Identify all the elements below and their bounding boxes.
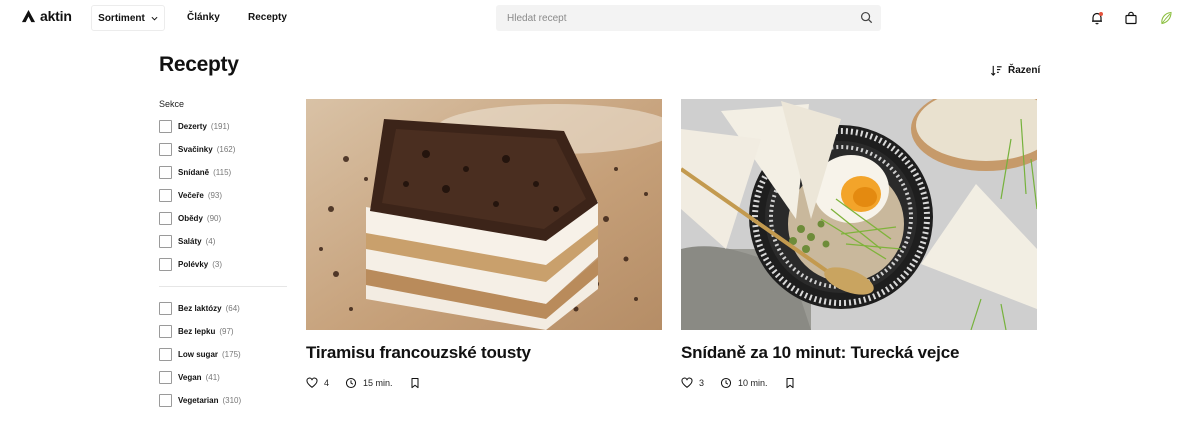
turkish-eggs-photo (681, 99, 1037, 330)
checkbox[interactable] (159, 348, 172, 361)
checkbox[interactable] (159, 143, 172, 156)
filter-label: Dezerty (178, 122, 207, 131)
checkbox[interactable] (159, 302, 172, 315)
filter-label: Bez laktózy (178, 304, 222, 313)
filter-dezerty[interactable]: Dezerty (191) (159, 120, 230, 133)
filter-salaty[interactable]: Saláty (4) (159, 235, 215, 248)
filter-divider (159, 286, 287, 287)
filter-snidane[interactable]: Snídaně (115) (159, 166, 231, 179)
checkbox[interactable] (159, 258, 172, 271)
filter-label: Saláty (178, 237, 202, 246)
checkbox[interactable] (159, 212, 172, 225)
filter-count: (64) (225, 304, 240, 313)
nav-link-clanky[interactable]: Články (187, 12, 220, 23)
recipe-image-tiramisu[interactable] (306, 99, 662, 330)
checkbox[interactable] (159, 371, 172, 384)
recipe-image-turecka-vejce[interactable] (681, 99, 1037, 330)
filter-low-sugar[interactable]: Low sugar (175) (159, 348, 241, 361)
page-title: Recepty (159, 53, 239, 76)
checkbox[interactable] (159, 120, 172, 133)
nav-link-recepty[interactable]: Recepty (248, 12, 287, 23)
filter-label: Obědy (178, 214, 203, 223)
sort-icon (990, 65, 1002, 76)
filter-vegan[interactable]: Vegan (41) (159, 371, 220, 384)
filter-svacinky[interactable]: Svačinky (162) (159, 143, 235, 156)
filter-label: Večeře (178, 191, 204, 200)
filter-count: (191) (210, 122, 230, 131)
filter-label: Svačinky (178, 145, 213, 154)
search-input[interactable] (496, 5, 846, 31)
heart-icon[interactable] (681, 377, 693, 389)
filter-count: (97) (219, 327, 234, 336)
filter-count: (175) (222, 350, 241, 359)
recipe-title[interactable]: Tiramisu francouzské tousty (306, 343, 531, 363)
filter-vegetarian[interactable]: Vegetarian (310) (159, 394, 241, 407)
recipe-meta: 3 10 min. (681, 376, 796, 390)
recipe-title[interactable]: Snídaně za 10 minut: Turecká vejce (681, 343, 959, 363)
checkbox[interactable] (159, 325, 172, 338)
filter-obedy[interactable]: Obědy (90) (159, 212, 221, 225)
clock-icon (345, 377, 357, 389)
aktin-logo-icon (21, 9, 36, 22)
filter-bez-lepku[interactable]: Bez lepku (97) (159, 325, 234, 338)
filter-polevky[interactable]: Polévky (3) (159, 258, 222, 271)
sort-label: Řazení (1008, 65, 1041, 76)
sort-button[interactable]: Řazení (990, 64, 1040, 77)
filter-count: (3) (212, 260, 223, 269)
nav-sortiment-label: Sortiment (98, 12, 145, 24)
likes-count: 3 (699, 378, 705, 388)
logo-text: aktin (40, 8, 72, 24)
top-navigation: aktin Sortiment Články Recepty (0, 0, 1200, 36)
filter-count: (310) (222, 396, 242, 405)
checkbox[interactable] (159, 235, 172, 248)
search-bar (496, 5, 881, 31)
recipe-meta: 4 15 min. (306, 376, 421, 390)
likes-count: 4 (324, 378, 330, 388)
filter-vecere[interactable]: Večeře (93) (159, 189, 222, 202)
search-icon[interactable] (860, 11, 873, 24)
bookmark-icon[interactable] (409, 377, 421, 389)
chevron-down-icon (151, 16, 158, 21)
filter-count: (41) (205, 373, 220, 382)
prep-time: 10 min. (738, 378, 768, 388)
filter-count: (4) (205, 237, 216, 246)
tiramisu-photo (306, 99, 662, 330)
heart-icon[interactable] (306, 377, 318, 389)
filter-label: Vegan (178, 373, 202, 382)
leaf-user-icon[interactable] (1159, 11, 1173, 25)
filter-count: (93) (207, 191, 223, 200)
filter-section-title: Sekce (159, 99, 185, 109)
clock-icon (720, 377, 732, 389)
filter-count: (90) (206, 214, 222, 223)
prep-time: 15 min. (363, 378, 393, 388)
filter-label: Bez lepku (178, 327, 216, 336)
checkbox[interactable] (159, 394, 172, 407)
aktin-logo[interactable]: aktin (21, 8, 72, 24)
checkbox[interactable] (159, 166, 172, 179)
filter-label: Low sugar (178, 350, 219, 359)
shopping-bag-icon[interactable] (1124, 11, 1138, 25)
filter-count: (162) (216, 145, 236, 154)
filter-label: Polévky (178, 260, 209, 269)
bookmark-icon[interactable] (784, 377, 796, 389)
filter-label: Snídaně (178, 168, 210, 177)
bell-icon[interactable] (1090, 11, 1104, 25)
filter-count: (115) (213, 168, 232, 177)
checkbox[interactable] (159, 189, 172, 202)
nav-sortiment-dropdown[interactable]: Sortiment (91, 5, 165, 31)
filter-bez-laktozy[interactable]: Bez laktózy (64) (159, 302, 240, 315)
filter-label: Vegetarian (178, 396, 219, 405)
